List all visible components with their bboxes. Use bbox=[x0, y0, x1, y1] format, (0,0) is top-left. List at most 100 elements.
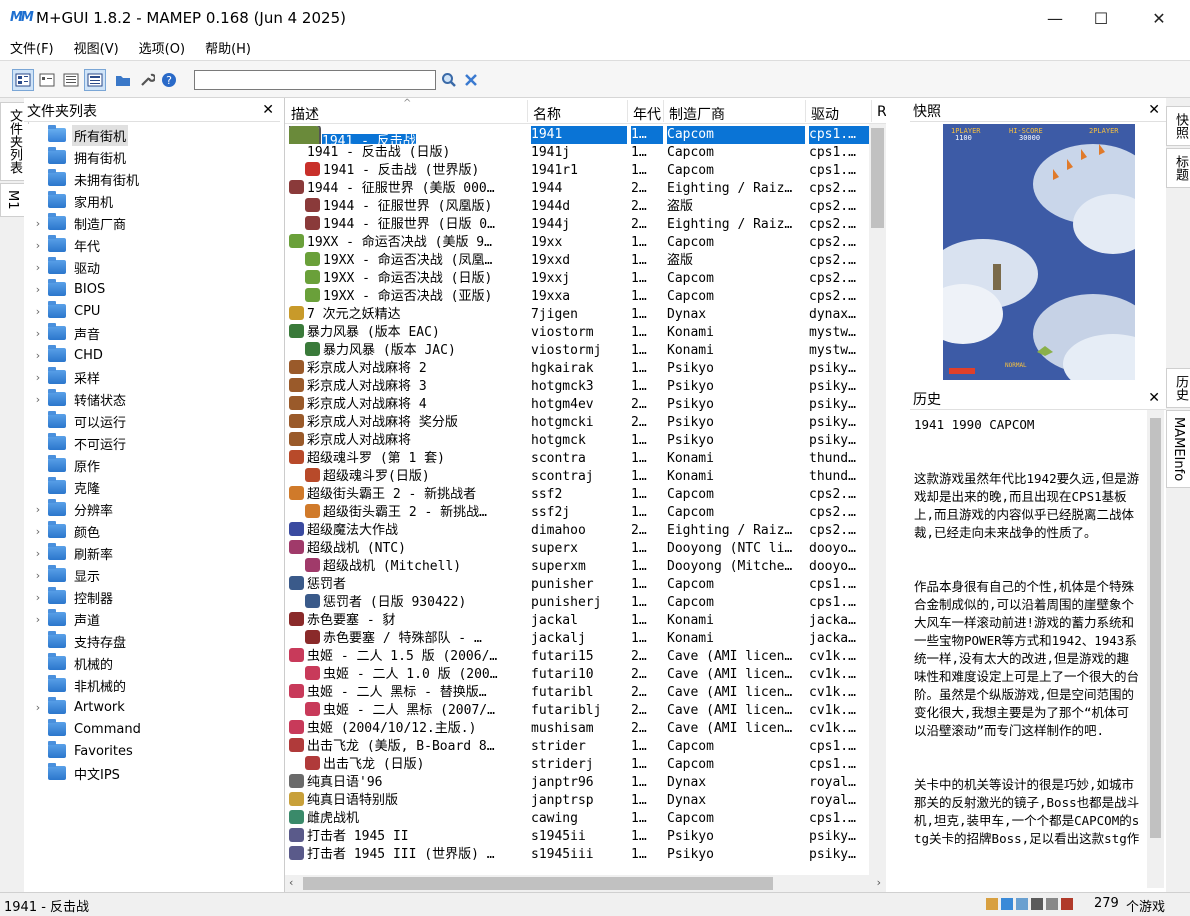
game-row[interactable]: 赤色要塞 / 特殊部队 - …jackalj1…Konamijacka…否 bbox=[285, 630, 886, 648]
game-row[interactable]: 7 次元之妖精达7jigen1…Dynaxdynax…否 bbox=[285, 306, 886, 324]
menu-view[interactable]: 视图(V) bbox=[64, 38, 129, 57]
view-large-icons-button[interactable] bbox=[12, 69, 34, 91]
menu-options[interactable]: 选项(O) bbox=[129, 38, 195, 57]
expand-arrow-icon[interactable]: › bbox=[30, 261, 46, 274]
history-close-button[interactable]: ✕ bbox=[1148, 390, 1160, 406]
game-row[interactable]: 虫姬 - 二人 1.5 版 (2006/… futari15 2… Cave (AMI… bbox=[285, 648, 886, 666]
folder-item[interactable]: › 年代 bbox=[24, 234, 280, 256]
game-row[interactable]: 超级魔法大作战dimahoo2…Eighting / Raiz…cps2.…否 bbox=[285, 522, 886, 540]
folder-item[interactable]: › 声道 bbox=[24, 608, 280, 630]
folder-item[interactable]: › 声音 bbox=[24, 322, 280, 344]
game-row[interactable]: 19XX - 命运否决战 (凤凰…19xxd1…盗版cps2.…否 bbox=[285, 252, 886, 270]
game-list-vscrollbar[interactable] bbox=[869, 124, 886, 876]
game-row[interactable]: 1941 - 反击战 (世界版)1941r11…Capcomcps1.…否 bbox=[285, 162, 886, 180]
expand-arrow-icon[interactable]: › bbox=[30, 371, 46, 384]
tab-title[interactable]: 标题 bbox=[1166, 148, 1190, 188]
scroll-right-icon[interactable]: › bbox=[877, 876, 881, 889]
view-list-button[interactable] bbox=[60, 69, 82, 91]
expand-arrow-icon[interactable]: › bbox=[30, 283, 46, 296]
folder-item[interactable]: › 显示 bbox=[24, 564, 280, 586]
menu-help[interactable]: 帮助(H) bbox=[195, 38, 261, 57]
game-row[interactable]: 彩京成人对战麻将 2hgkairak1…Psikyopsiky…否 bbox=[285, 360, 886, 378]
folder-panel-close-button[interactable]: ✕ bbox=[262, 102, 274, 118]
folder-item[interactable]: 家用机 bbox=[24, 190, 280, 212]
folder-item[interactable]: › 采样 bbox=[24, 366, 280, 388]
column-year[interactable]: 年代 bbox=[633, 104, 661, 124]
tab-snapshot[interactable]: 快照 bbox=[1166, 106, 1190, 146]
folder-item[interactable]: 中文IPS bbox=[24, 762, 280, 784]
minimize-button[interactable]: — bbox=[1032, 0, 1078, 36]
search-input[interactable] bbox=[194, 70, 436, 90]
properties-button[interactable] bbox=[136, 69, 158, 91]
folder-item[interactable]: 拥有街机 bbox=[24, 146, 280, 168]
column-description[interactable]: 描述 bbox=[291, 104, 319, 124]
game-row[interactable]: 彩京成人对战麻将hotgmck1…Psikyopsiky…是 bbox=[285, 432, 886, 450]
folder-item[interactable]: Command bbox=[24, 718, 280, 740]
folder-item[interactable]: › 刷新率 bbox=[24, 542, 280, 564]
expand-arrow-icon[interactable]: › bbox=[30, 701, 46, 714]
column-name[interactable]: 名称 bbox=[533, 104, 561, 124]
game-row[interactable]: 纯真日语特别版janptrsp1…Dynaxroyal…是 bbox=[285, 792, 886, 810]
column-manufacturer[interactable]: 制造厂商 bbox=[669, 104, 725, 124]
expand-arrow-icon[interactable]: › bbox=[30, 327, 46, 340]
game-list-hscrollbar[interactable]: ‹ › bbox=[285, 875, 886, 892]
game-row[interactable]: 打击者 1945 IIs1945ii1…Psikyopsiky…否 bbox=[285, 828, 886, 846]
view-small-icons-button[interactable] bbox=[36, 69, 58, 91]
close-button[interactable]: ✕ bbox=[1136, 0, 1182, 36]
game-row[interactable]: 出击飞龙 (美版, B-Board 8… strider 1… Capcom cps1.… bbox=[285, 738, 886, 756]
game-row[interactable]: 虫姬 - 二人 黑标 (2007/… futariblj 2… Cave (AMI l… bbox=[285, 702, 886, 720]
game-row[interactable]: 1944 - 征服世界 (风凰版)1944d2…盗版cps2.…否 bbox=[285, 198, 886, 216]
game-row[interactable]: 19XX - 命运否决战 (美版 9…19xx1…Capcomcps2.…是 bbox=[285, 234, 886, 252]
game-row[interactable]: 彩京成人对战麻将 奖分版hotgmcki2…Psikyopsiky…否 bbox=[285, 414, 886, 432]
folder-item[interactable]: › 分辨率 bbox=[24, 498, 280, 520]
expand-arrow-icon[interactable]: › bbox=[30, 217, 46, 230]
folder-item[interactable]: › 驱动 bbox=[24, 256, 280, 278]
search-button[interactable] bbox=[438, 69, 460, 91]
game-row[interactable]: 1944 - 征服世界 (日版 0… 1944j 2… Eighting / Raiz… bbox=[285, 216, 886, 234]
folder-item[interactable]: 未拥有街机 bbox=[24, 168, 280, 190]
folder-item[interactable]: › CPU bbox=[24, 300, 280, 322]
history-scrollbar[interactable] bbox=[1147, 410, 1164, 888]
menu-file[interactable]: 文件(F) bbox=[0, 38, 64, 57]
game-row[interactable]: 超级街头霸王 2 - 新挑战…ssf2j1…Capcomcps2.…否 bbox=[285, 504, 886, 522]
expand-arrow-icon[interactable]: › bbox=[30, 547, 46, 560]
folder-item[interactable]: Favorites bbox=[24, 740, 280, 762]
game-row[interactable]: 超级魂斗罗(日版)scontraj1…Konamithund…否 bbox=[285, 468, 886, 486]
game-row[interactable]: 19XX - 命运否决战 (亚版)19xxa1…Capcomcps2.…否 bbox=[285, 288, 886, 306]
folder-item[interactable]: › 制造厂商 bbox=[24, 212, 280, 234]
snapshot-close-button[interactable]: ✕ bbox=[1148, 102, 1160, 118]
expand-arrow-icon[interactable]: › bbox=[30, 525, 46, 538]
game-row[interactable]: 纯真日语'96janptr961…Dynaxroyal…是 bbox=[285, 774, 886, 792]
open-folder-button[interactable] bbox=[112, 69, 134, 91]
game-row[interactable]: 彩京成人对战麻将 4hotgm4ev2…Psikyopsiky…是 bbox=[285, 396, 886, 414]
game-row[interactable]: 暴力风暴 (版本 JAC)viostormj1…Konamimystw…否 bbox=[285, 342, 886, 360]
game-row[interactable]: 超级街头霸王 2 - 新挑战者ssf21…Capcomcps2.…否 bbox=[285, 486, 886, 504]
folder-item[interactable]: 克隆 bbox=[24, 476, 280, 498]
expand-arrow-icon[interactable]: › bbox=[30, 503, 46, 516]
game-row[interactable]: 虫姬 (2004/10/12.主版.) mushisam 2… Cave (AMI l… bbox=[285, 720, 886, 738]
folder-item[interactable]: › BIOS bbox=[24, 278, 280, 300]
expand-arrow-icon[interactable]: › bbox=[30, 613, 46, 626]
folder-item[interactable]: 原作 bbox=[24, 454, 280, 476]
expand-arrow-icon[interactable]: › bbox=[30, 591, 46, 604]
game-row[interactable]: 1941 - 反击战19411…Capcomcps1.…是 bbox=[285, 126, 886, 144]
game-row[interactable]: 超级战机 (Mitchell) superxm 1… Dooyong (Mitche…… bbox=[285, 558, 886, 576]
tab-mameinfo[interactable]: MAMEInfo bbox=[1166, 410, 1190, 489]
help-button[interactable]: ? bbox=[158, 69, 180, 91]
game-row[interactable]: 赤色要塞 - 豺jackal1…Konamijacka…否 bbox=[285, 612, 886, 630]
folder-item[interactable]: › CHD bbox=[24, 344, 280, 366]
game-row[interactable]: 1941 - 反击战 (日版)1941j1…Capcomcps1.…否 bbox=[285, 144, 886, 162]
column-r[interactable]: R bbox=[877, 104, 886, 120]
expand-arrow-icon[interactable]: › bbox=[30, 569, 46, 582]
expand-arrow-icon[interactable]: › bbox=[30, 305, 46, 318]
folder-item[interactable]: 非机械的 bbox=[24, 674, 280, 696]
expand-arrow-icon[interactable]: › bbox=[30, 393, 46, 406]
view-details-button[interactable] bbox=[84, 69, 106, 91]
folder-item[interactable]: › Artwork bbox=[24, 696, 280, 718]
column-driver[interactable]: 驱动 bbox=[811, 104, 839, 124]
tab-m1[interactable]: M1 bbox=[0, 183, 25, 217]
folder-item[interactable]: › 颜色 bbox=[24, 520, 280, 542]
folder-item[interactable]: › 转储状态 bbox=[24, 388, 280, 410]
game-row[interactable]: 彩京成人对战麻将 3hotgmck31…Psikyopsiky…是 bbox=[285, 378, 886, 396]
clear-search-button[interactable] bbox=[460, 69, 482, 91]
